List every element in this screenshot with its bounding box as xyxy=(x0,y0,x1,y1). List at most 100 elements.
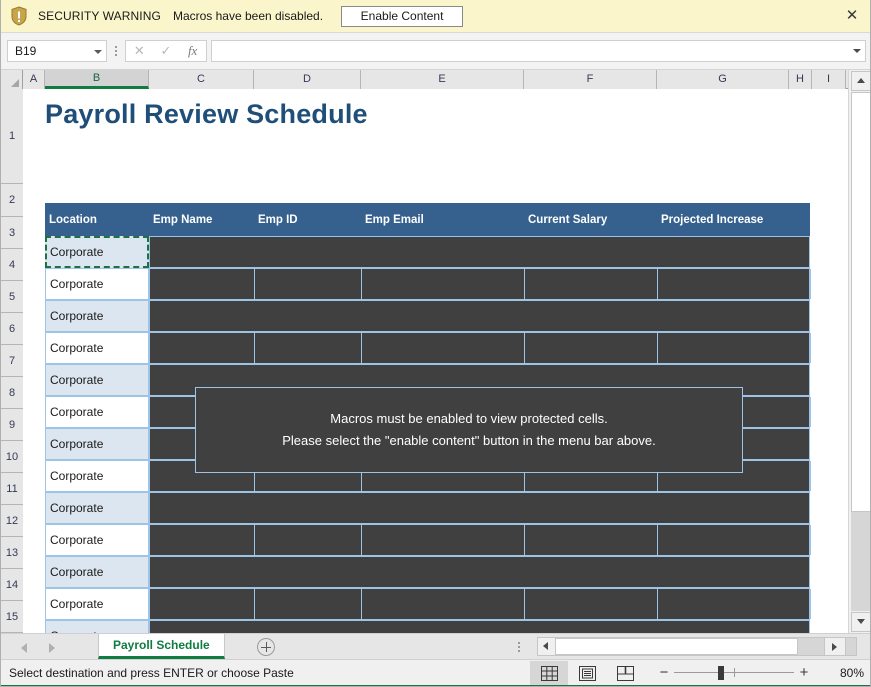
cell-location[interactable]: Corporate xyxy=(45,236,149,268)
scroll-down-icon[interactable] xyxy=(851,612,870,632)
column-header-a[interactable]: A xyxy=(23,70,45,89)
row-header-10[interactable]: 10 xyxy=(1,441,23,473)
column-header-i[interactable]: I xyxy=(812,70,846,89)
cell-location[interactable]: Corporate xyxy=(45,556,149,588)
table-row[interactable]: Corporate xyxy=(45,620,810,633)
protected-cells[interactable] xyxy=(149,300,810,332)
cell-location[interactable]: Corporate xyxy=(45,364,149,396)
row-header-9[interactable]: 9 xyxy=(1,409,23,441)
security-warning-title: SECURITY WARNING xyxy=(38,9,161,23)
column-header-b[interactable]: B xyxy=(45,70,149,89)
table-row[interactable]: Corporate xyxy=(45,300,810,332)
table-row[interactable]: Corporate xyxy=(45,524,811,556)
zoom-out-button[interactable]: − xyxy=(654,665,674,680)
row-header-4[interactable]: 4 xyxy=(1,249,23,281)
status-bar-right: − + 80% xyxy=(530,660,870,686)
sheet-tab-payroll-schedule[interactable]: Payroll Schedule xyxy=(98,634,225,659)
sheet-canvas[interactable]: Payroll Review Schedule Location Emp Nam… xyxy=(24,89,848,633)
row-header-1[interactable]: 1 xyxy=(1,89,23,184)
row-header-5[interactable]: 5 xyxy=(1,281,23,313)
row-header-11[interactable]: 11 xyxy=(1,473,23,505)
name-box[interactable]: B19 xyxy=(7,40,107,62)
protected-cells[interactable] xyxy=(149,588,811,620)
row-header-6[interactable]: 6 xyxy=(1,313,23,345)
row-header-13[interactable]: 13 xyxy=(1,537,23,569)
horizontal-scrollbar[interactable] xyxy=(537,637,857,656)
column-label-current-salary: Current Salary xyxy=(528,213,608,226)
column-header-h[interactable]: H xyxy=(789,70,812,89)
table-row[interactable]: Corporate xyxy=(45,556,810,588)
horizontal-scroll-thumb[interactable] xyxy=(555,638,798,655)
column-header-g[interactable]: G xyxy=(657,70,789,89)
formula-action-group: ✕ ✓ fx xyxy=(125,40,207,62)
cell-location[interactable]: Corporate xyxy=(45,492,149,524)
confirm-edit-icon[interactable]: ✓ xyxy=(155,43,177,59)
column-header-c[interactable]: C xyxy=(149,70,254,89)
table-row[interactable]: Corporate xyxy=(45,332,811,364)
page-break-view-icon[interactable] xyxy=(606,661,644,685)
zoom-slider[interactable] xyxy=(674,665,794,681)
expand-formula-bar-icon[interactable] xyxy=(849,41,865,61)
chevron-down-icon[interactable] xyxy=(90,41,106,61)
vertical-scroll-thumb[interactable] xyxy=(851,92,870,512)
cell-location[interactable]: Corporate xyxy=(45,588,149,620)
previous-sheet-icon[interactable] xyxy=(19,641,29,653)
protected-cells[interactable] xyxy=(149,332,811,364)
scroll-up-icon[interactable] xyxy=(851,71,870,91)
scroll-left-icon[interactable] xyxy=(538,638,555,655)
table-row[interactable]: Corporate xyxy=(45,236,810,268)
row-header-15[interactable]: 15 xyxy=(1,601,23,633)
row-header-column: 1 2 3 4 5 6 7 8 9 10 11 12 13 14 15 xyxy=(1,89,23,633)
cell-location[interactable]: Corporate xyxy=(45,460,149,492)
close-icon[interactable]: ✕ xyxy=(842,6,862,26)
protected-cells[interactable] xyxy=(149,620,810,633)
next-sheet-icon[interactable] xyxy=(47,641,57,653)
column-header-d[interactable]: D xyxy=(254,70,361,89)
protected-cells[interactable] xyxy=(149,524,811,556)
protected-cells[interactable] xyxy=(149,492,810,524)
horizontal-scroll-track[interactable] xyxy=(555,638,856,655)
zoom-slider-handle[interactable] xyxy=(718,666,724,680)
tab-split-handle[interactable] xyxy=(516,639,522,655)
column-header-f[interactable]: F xyxy=(524,70,657,89)
worksheet-grid: A B C D E F G H I 1 2 3 4 5 6 7 8 9 10 1… xyxy=(1,70,870,633)
row-header-8[interactable]: 8 xyxy=(1,377,23,409)
table-row[interactable]: Corporate xyxy=(45,588,811,620)
cancel-edit-icon[interactable]: ✕ xyxy=(128,43,150,59)
cell-location[interactable]: Corporate xyxy=(45,332,149,364)
protected-cells[interactable] xyxy=(149,236,810,268)
enable-content-button[interactable]: Enable Content xyxy=(341,5,464,27)
cell-location[interactable]: Corporate xyxy=(45,524,149,556)
row-header-14[interactable]: 14 xyxy=(1,569,23,601)
table-header-row: Location Emp Name Emp ID Emp Email Curre… xyxy=(45,203,810,236)
table-row[interactable]: Corporate xyxy=(45,492,810,524)
column-label-projected-increase: Projected Increase xyxy=(661,213,764,226)
row-header-3[interactable]: 3 xyxy=(1,217,23,249)
protected-cells[interactable] xyxy=(149,268,811,300)
insert-function-icon[interactable]: fx xyxy=(182,43,204,59)
scroll-right-icon[interactable] xyxy=(824,637,846,656)
zoom-in-button[interactable]: + xyxy=(794,665,814,680)
protected-cells[interactable] xyxy=(149,556,810,588)
vertical-scroll-track[interactable] xyxy=(851,92,870,611)
row-header-7[interactable]: 7 xyxy=(1,345,23,377)
row-header-2[interactable]: 2 xyxy=(1,184,23,217)
cell-location[interactable]: Corporate xyxy=(45,396,149,428)
column-header-e[interactable]: E xyxy=(361,70,524,89)
cell-location[interactable]: Corporate xyxy=(45,268,149,300)
table-row[interactable]: Corporate xyxy=(45,268,811,300)
cell-divider xyxy=(150,333,811,363)
column-label-emp-id: Emp ID xyxy=(258,213,298,226)
cell-location[interactable]: Corporate xyxy=(45,620,149,633)
page-title: Payroll Review Schedule xyxy=(45,99,368,129)
cell-location[interactable]: Corporate xyxy=(45,428,149,460)
row-header-12[interactable]: 12 xyxy=(1,505,23,537)
page-layout-view-icon[interactable] xyxy=(568,661,606,685)
add-sheet-icon[interactable] xyxy=(257,638,275,656)
select-all-corner[interactable] xyxy=(1,70,23,89)
sheet-tab-bar: Payroll Schedule xyxy=(1,633,870,659)
cell-location[interactable]: Corporate xyxy=(45,300,149,332)
normal-view-icon[interactable] xyxy=(530,661,568,685)
formula-input[interactable] xyxy=(211,40,866,62)
vertical-scrollbar[interactable] xyxy=(848,70,870,633)
